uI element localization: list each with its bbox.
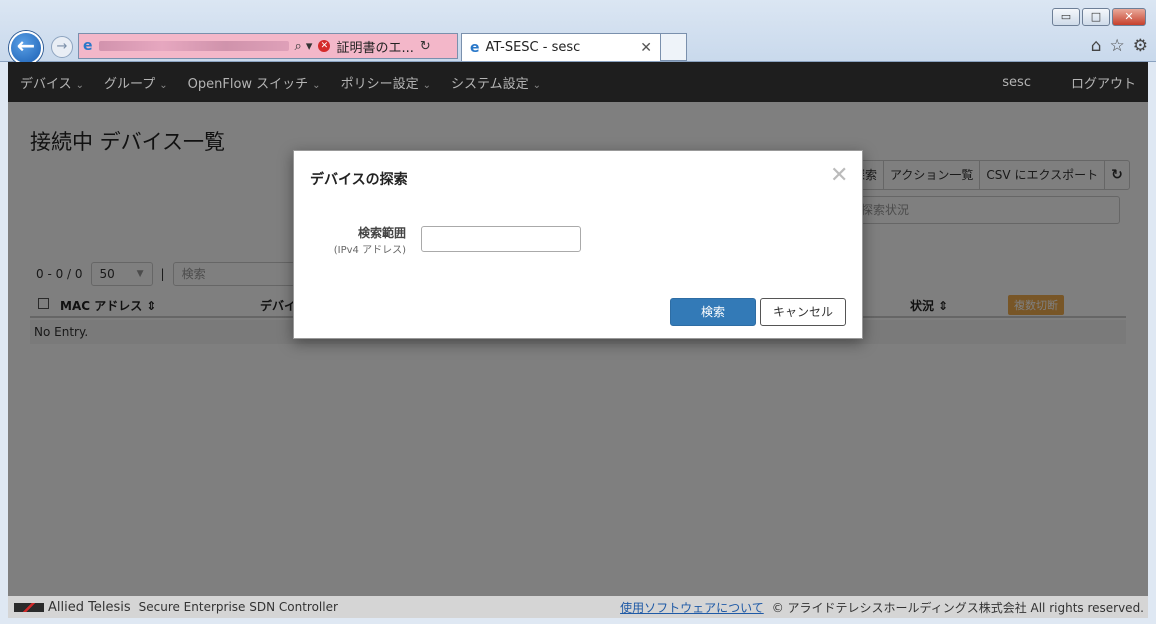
maximize-button[interactable]: □	[1082, 8, 1110, 26]
nav-label: グループ	[104, 76, 156, 92]
close-icon[interactable]: ✕	[830, 165, 848, 187]
nav-item-system[interactable]: システム設定 ⌄	[439, 73, 549, 92]
logo-mark-icon	[14, 602, 44, 612]
nav-item-devices[interactable]: デバイス ⌄	[8, 73, 92, 92]
tab-close-icon[interactable]: ✕	[640, 40, 652, 56]
chevron-down-icon: ⌄	[159, 79, 168, 91]
back-button[interactable]: ←	[9, 31, 43, 65]
url-text-blurred[interactable]	[98, 41, 289, 51]
chevron-down-icon: ⌄	[532, 79, 541, 91]
software-info-link[interactable]: 使用ソフトウェアについて	[620, 599, 764, 616]
device-search-modal: デバイスの探索 ✕ 検索範囲 (IPv4 アドレス) 検索 キャンセル	[293, 150, 863, 339]
home-icon[interactable]: ⌂	[1091, 36, 1102, 56]
search-range-sublabel: (IPv4 アドレス)	[333, 245, 406, 256]
forward-button[interactable]: →	[51, 36, 73, 58]
settings-icon[interactable]: ⚙	[1133, 36, 1148, 56]
nav-item-groups[interactable]: グループ ⌄	[92, 73, 176, 92]
chevron-down-icon: ⌄	[422, 79, 431, 91]
chevron-down-icon: ⌄	[312, 79, 321, 91]
nav-label: デバイス	[20, 76, 72, 92]
nav-label: ポリシー設定	[340, 76, 419, 92]
nav-item-openflow-switch[interactable]: OpenFlow スイッチ ⌄	[176, 73, 329, 92]
logout-link[interactable]: ログアウト	[1071, 73, 1136, 92]
brand-name: Allied Telesis	[48, 599, 131, 615]
product-name: Secure Enterprise SDN Controller	[138, 600, 338, 614]
footer-right: 使用ソフトウェアについて © アライドテレシスホールディングス株式会社 All …	[620, 599, 1144, 616]
address-bar[interactable]: e ⌕ ▾ ✕ 証明書のエ... ↻	[78, 33, 458, 59]
nav-user[interactable]: sesc	[1002, 75, 1031, 90]
tab-title: AT-SESC - sesc	[485, 40, 581, 55]
tab-active[interactable]: e AT-SESC - sesc ✕	[461, 33, 661, 61]
ie-icon: e	[470, 39, 480, 56]
nav-label: OpenFlow スイッチ	[187, 76, 309, 92]
minimize-button[interactable]: ▭	[1052, 8, 1080, 26]
copyright: © アライドテレシスホールディングス株式会社 All rights reserv…	[771, 600, 1144, 615]
footer: Allied Telesis Secure Enterprise SDN Con…	[8, 596, 1148, 618]
chevron-down-icon: ⌄	[75, 79, 85, 91]
favorites-icon[interactable]: ☆	[1110, 36, 1125, 56]
app-navbar: デバイス ⌄ グループ ⌄ OpenFlow スイッチ ⌄ ポリシー設定 ⌄ システム設…	[8, 62, 1148, 102]
refresh-icon[interactable]: ↻	[420, 39, 431, 54]
cancel-button[interactable]: キャンセル	[760, 298, 846, 326]
search-button[interactable]: 検索	[670, 298, 756, 326]
allied-telesis-logo: Allied Telesis	[14, 600, 131, 615]
certificate-error-icon[interactable]: ✕	[318, 40, 331, 52]
nav-right: sesc ログアウト	[1002, 73, 1148, 92]
arrow-left-icon: ←	[16, 34, 36, 59]
close-window-button[interactable]: ✕	[1112, 8, 1146, 26]
new-tab-button[interactable]	[661, 33, 687, 61]
window-controls: ▭ □ ✕	[1052, 8, 1146, 26]
browser-tools: ⌂ ☆ ⚙	[1091, 36, 1148, 56]
nav-item-policy[interactable]: ポリシー設定 ⌄	[329, 73, 439, 92]
search-icon[interactable]: ⌕ ▾	[295, 39, 313, 54]
search-range-input[interactable]	[421, 226, 581, 252]
browser-chrome: ▭ □ ✕ ← → e ⌕ ▾ ✕ 証明書のエ... ↻ e AT-SESC -…	[0, 0, 1156, 65]
certificate-error-label[interactable]: 証明書のエ...	[336, 37, 413, 56]
nav-label: システム設定	[450, 76, 529, 92]
search-range-label: 検索範囲	[357, 226, 406, 240]
ie-icon: e	[83, 38, 93, 54]
modal-title: デバイスの探索	[310, 172, 408, 188]
arrow-right-icon: →	[56, 39, 68, 54]
